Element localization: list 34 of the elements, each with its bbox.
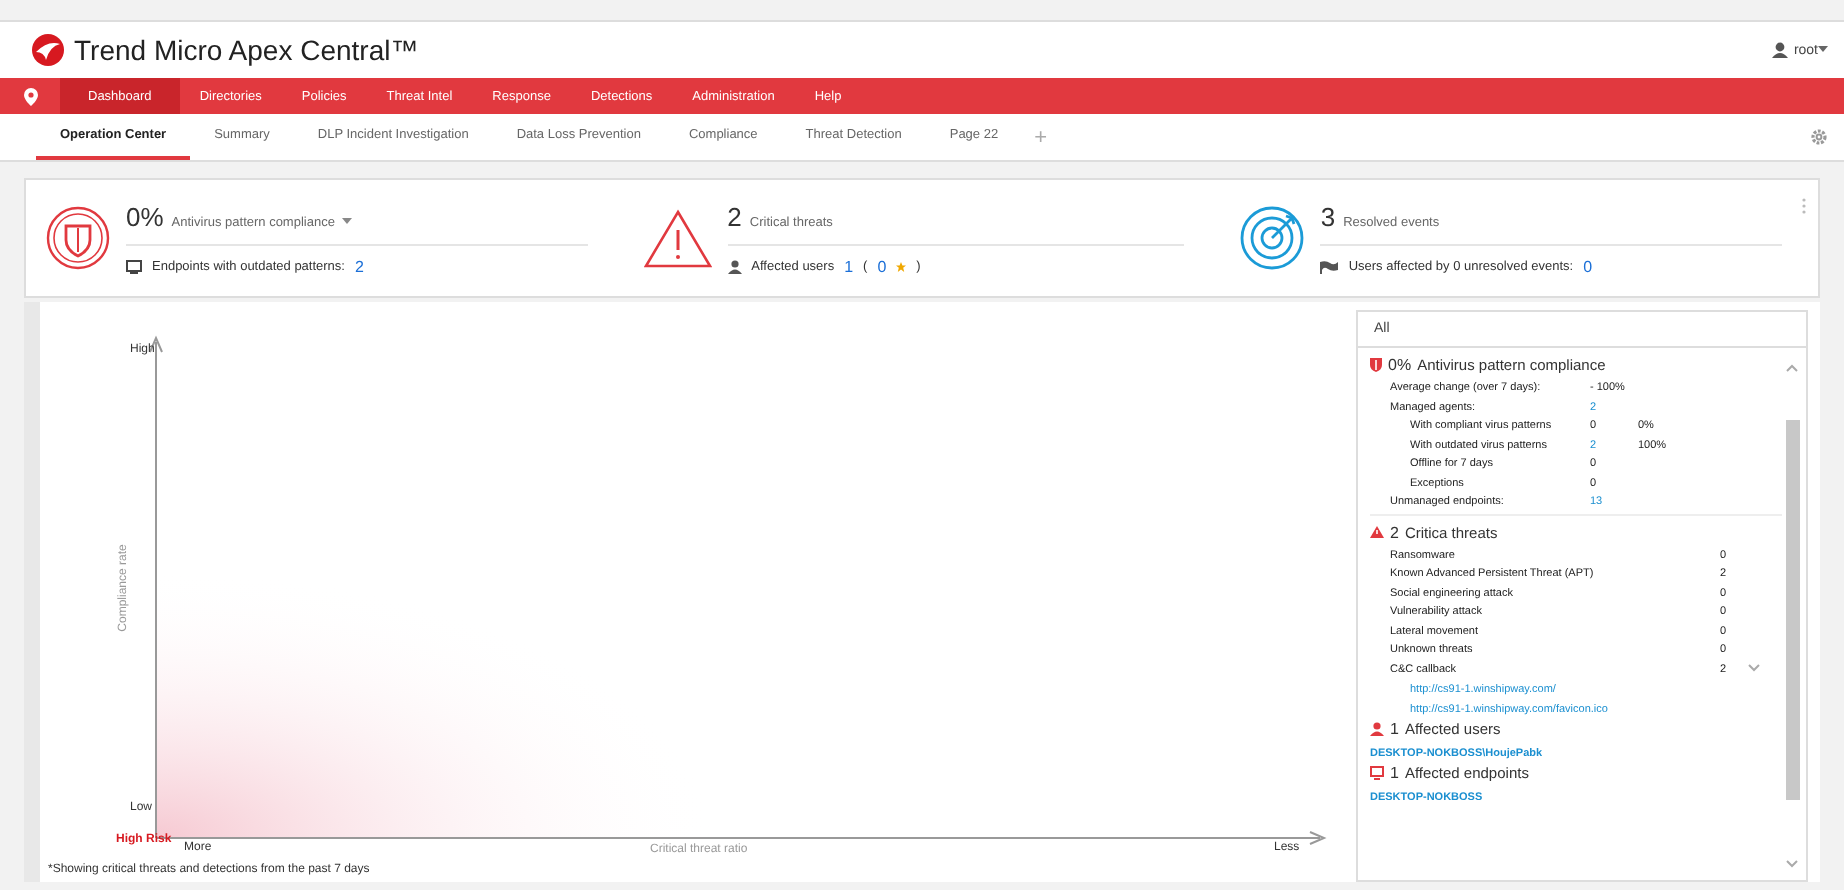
section-count: 2 bbox=[1390, 523, 1399, 541]
summary-count[interactable]: 0 bbox=[1583, 257, 1593, 275]
section-count: 0% bbox=[1388, 356, 1412, 374]
chevron-icon[interactable] bbox=[1748, 663, 1760, 671]
user-icon bbox=[1771, 42, 1788, 58]
summary-value: 0% bbox=[126, 201, 164, 231]
warning-icon bbox=[643, 208, 712, 268]
monitor-icon bbox=[1370, 766, 1384, 780]
scrollbar-thumb[interactable] bbox=[1786, 420, 1800, 800]
chevron-icon[interactable] bbox=[1786, 364, 1798, 372]
logo-icon bbox=[32, 34, 64, 66]
location-pin-icon[interactable] bbox=[23, 87, 37, 105]
target-icon bbox=[1240, 206, 1305, 270]
warning-icon bbox=[1370, 526, 1384, 538]
star-icon bbox=[896, 261, 907, 271]
flag-icon bbox=[1320, 259, 1339, 273]
caret-icon bbox=[1818, 46, 1828, 54]
caret-icon[interactable] bbox=[342, 217, 353, 225]
monitor-icon bbox=[126, 259, 142, 273]
user-icon bbox=[1370, 722, 1384, 736]
settings-icon[interactable] bbox=[1810, 128, 1828, 146]
section-count: 1 bbox=[1390, 764, 1399, 782]
summary-count[interactable]: 2 bbox=[354, 257, 364, 275]
user-icon bbox=[727, 259, 742, 273]
summary-value: 3 bbox=[1320, 201, 1336, 231]
summary-value: 2 bbox=[727, 201, 742, 231]
shield-icon bbox=[1370, 358, 1382, 372]
section-count: 1 bbox=[1390, 720, 1399, 738]
chevron-icon[interactable] bbox=[1786, 860, 1798, 868]
pending-count[interactable]: 0 bbox=[877, 257, 887, 275]
app-title: Trend Micro Apex Central™ bbox=[74, 34, 419, 66]
summary-count[interactable]: 1 bbox=[844, 257, 854, 275]
shield-icon bbox=[46, 206, 110, 270]
add-tab-button[interactable]: + bbox=[1022, 114, 1060, 160]
